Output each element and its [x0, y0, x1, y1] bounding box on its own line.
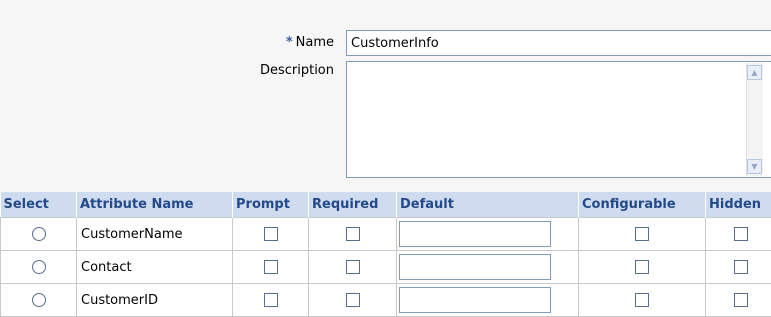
name-label: *Name	[230, 35, 334, 50]
scroll-up-icon[interactable]: ▲	[747, 65, 762, 80]
table-row: CustomerID	[1, 284, 771, 317]
col-hidden-header: Hidden	[706, 192, 771, 218]
hidden-cell	[706, 284, 771, 317]
hidden-checkbox[interactable]	[734, 260, 748, 274]
col-required-header: Required	[309, 192, 397, 218]
configurable-checkbox[interactable]	[635, 227, 649, 241]
default-cell	[397, 251, 579, 284]
description-label: Description	[230, 63, 334, 78]
hidden-checkbox[interactable]	[734, 227, 748, 241]
hidden-cell	[706, 218, 771, 251]
configurable-checkbox[interactable]	[635, 293, 649, 307]
select-radio[interactable]	[32, 260, 46, 274]
col-default-header: Default	[397, 192, 579, 218]
required-cell	[309, 251, 397, 284]
required-marker: *	[286, 35, 293, 50]
attribute-name-cell: CustomerID	[77, 284, 233, 317]
prompt-checkbox[interactable]	[264, 260, 278, 274]
attributes-table: Select Attribute Name Prompt Required De…	[0, 192, 771, 317]
default-input[interactable]	[399, 254, 551, 280]
configurable-cell	[579, 218, 706, 251]
select-cell	[1, 251, 77, 284]
attribute-set-form: *Name Description ▲ ▼	[0, 0, 771, 192]
required-checkbox[interactable]	[346, 260, 360, 274]
select-radio[interactable]	[32, 227, 46, 241]
configurable-cell	[579, 284, 706, 317]
select-cell	[1, 284, 77, 317]
default-cell	[397, 284, 579, 317]
name-input[interactable]	[346, 30, 771, 56]
description-scrollbar[interactable]: ▲ ▼	[746, 63, 763, 176]
table-row: Contact	[1, 251, 771, 284]
description-textarea[interactable]: ▲ ▼	[346, 61, 771, 178]
col-prompt-header: Prompt	[233, 192, 309, 218]
name-label-text: Name	[296, 35, 334, 50]
default-input[interactable]	[399, 287, 551, 313]
configurable-checkbox[interactable]	[635, 260, 649, 274]
col-configurable-header: Configurable	[579, 192, 706, 218]
default-input[interactable]	[399, 221, 551, 247]
attribute-name-cell: Contact	[77, 251, 233, 284]
configurable-cell	[579, 251, 706, 284]
hidden-checkbox[interactable]	[734, 293, 748, 307]
required-checkbox[interactable]	[346, 293, 360, 307]
default-cell	[397, 218, 579, 251]
prompt-checkbox[interactable]	[264, 227, 278, 241]
select-radio[interactable]	[32, 293, 46, 307]
prompt-cell	[233, 284, 309, 317]
col-attribute-name-header: Attribute Name	[77, 192, 233, 218]
hidden-cell	[706, 251, 771, 284]
prompt-checkbox[interactable]	[264, 293, 278, 307]
table-row: CustomerName	[1, 218, 771, 251]
prompt-cell	[233, 251, 309, 284]
scroll-down-icon[interactable]: ▼	[747, 159, 762, 174]
select-cell	[1, 218, 77, 251]
required-cell	[309, 218, 397, 251]
attribute-name-cell: CustomerName	[77, 218, 233, 251]
table-header-row: Select Attribute Name Prompt Required De…	[1, 192, 771, 218]
col-select-header: Select	[1, 192, 77, 218]
required-checkbox[interactable]	[346, 227, 360, 241]
required-cell	[309, 284, 397, 317]
prompt-cell	[233, 218, 309, 251]
